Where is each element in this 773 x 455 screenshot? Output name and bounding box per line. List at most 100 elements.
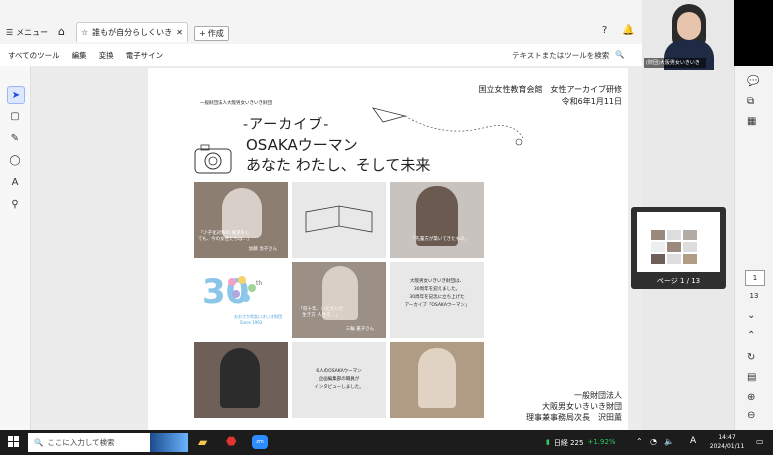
select-tool-icon[interactable]: ➤	[7, 86, 25, 104]
plus-icon: +	[199, 29, 206, 38]
comment-tool-icon[interactable]: ▢	[7, 108, 23, 124]
header-right-1: 国立女性教育会館 女性アーカイブ研修	[478, 85, 622, 94]
text-cell-about: 大阪男女いきいき財団は、 30周年を迎えました。 30周年を記念に立ち上げた ア…	[390, 262, 484, 338]
webcam-view: (財団)大阪男女いきいき	[642, 0, 734, 70]
footer-signature: 一般財団法人 大阪男女いきいき財団 理事兼事務局次長 沢田薫	[498, 390, 626, 423]
toolbar-all-tools[interactable]: すべてのツール	[8, 50, 60, 61]
windows-taskbar: 🔍 ここに入力して検索 ▰ ⬣ zm ▮ 日経 225 +1.92% ⌃ ◔ 🔈…	[0, 430, 773, 455]
logo-dot	[232, 290, 240, 298]
toolbar-edit[interactable]: 編集	[72, 50, 87, 61]
ime-indicator[interactable]: A	[690, 436, 696, 446]
footer-line-2: 大阪男女いきいき財団	[542, 402, 622, 411]
search-icon: 🔍	[615, 50, 625, 59]
help-icon[interactable]: ?	[602, 25, 607, 36]
stock-widget[interactable]: ▮ 日経 225 +1.92%	[546, 438, 616, 448]
stamp-tool-icon[interactable]: ⚲	[7, 196, 23, 212]
interview-line-3: インタビューしました。	[314, 385, 364, 390]
photo-cell-1: 「少子化対策の 要求をしても、今の女性たちは…」 加藤 治子さん	[194, 182, 288, 258]
title-line-3: あなた わたし、そして未来	[246, 156, 431, 174]
chevron-up-icon[interactable]: ⌃	[747, 330, 755, 341]
paper-airplane-illustration	[372, 107, 524, 146]
about-text: 大阪男女いきいき財団は、 30周年を迎えました。 30周年を記念に立ち上げた ア…	[394, 278, 480, 310]
clock-time: 14:47	[718, 434, 736, 441]
volume-icon[interactable]: 🔈	[664, 437, 674, 446]
page-thumbnail[interactable]	[637, 212, 720, 272]
file-explorer-icon[interactable]: ▰	[198, 435, 207, 449]
thumb-cell	[667, 242, 681, 252]
logo-dot	[228, 278, 236, 286]
caption-1: 「少子化対策の 要求をしても、今の女性たちは…」	[198, 231, 252, 242]
acrobat-icon[interactable]: ⬣	[226, 434, 236, 448]
star-icon[interactable]: ☆	[81, 28, 88, 37]
tool-search[interactable]: テキストまたはツールを検索 🔍	[512, 50, 625, 61]
thumb-cell	[683, 230, 697, 240]
bookmark-panel-icon[interactable]: ⧉	[747, 96, 754, 107]
current-page-input[interactable]: 1	[745, 270, 765, 286]
windows-start-icon[interactable]	[8, 436, 20, 448]
search-highlight-image[interactable]	[150, 433, 188, 452]
left-tool-rail: ➤ ▢ ✎ ◯ A ⚲	[0, 66, 31, 430]
zoom-out-icon[interactable]: ⊖	[747, 410, 755, 421]
home-icon[interactable]: ⌂	[58, 25, 65, 38]
thumb-cell	[667, 230, 681, 240]
zoom-app-icon[interactable]: zm	[252, 435, 268, 449]
toolbar-esign[interactable]: 電子サイン	[126, 50, 164, 61]
close-icon[interactable]: ✕	[176, 28, 183, 37]
taskbar-search-placeholder: ここに入力して検索	[47, 438, 115, 447]
menu-button[interactable]: ☰ メニュー	[6, 27, 48, 38]
interview-text: 6人のOSAKAウーマン 企画編集部の職員が インタビューしました。	[296, 368, 382, 392]
new-tab-button[interactable]: + 作成	[194, 26, 229, 41]
logo-cell: 30 th おおさか男女いきいき財団 Since 1993	[194, 262, 288, 338]
interview-line-1: 6人のOSAKAウーマン	[316, 369, 362, 374]
about-line-2: 30周年を迎えました。	[413, 287, 461, 292]
notification-center-icon[interactable]: ▭	[756, 437, 764, 446]
total-pages: 13	[749, 292, 759, 300]
show-hidden-icons-icon[interactable]: ⌃	[636, 437, 643, 446]
hamburger-icon: ☰	[6, 28, 14, 37]
clock[interactable]: 14:47 2024/01/11	[704, 433, 750, 451]
person-photo	[220, 348, 260, 408]
lasso-tool-icon[interactable]: ◯	[7, 152, 23, 168]
new-tab-label: 作成	[207, 29, 224, 38]
app-toolbar: すべてのツール 編集 変換 電子サイン テキストまたはツールを検索 🔍	[0, 44, 642, 67]
thumb-cell	[651, 254, 665, 264]
text-box-tool-icon[interactable]: A	[7, 174, 23, 190]
zoom-in-icon[interactable]: ⊕	[747, 392, 755, 403]
about-line-4: アーカイブ「OSAKAウーマン」	[404, 303, 470, 308]
notification-icon[interactable]: 🔔	[622, 25, 634, 36]
tab-title: 誰もが自分らしくいきい…	[92, 28, 173, 37]
tool-search-placeholder: テキストまたはツールを検索	[512, 51, 610, 60]
right-tool-rail: 💬 ⧉ ▦ 1 13 ⌄ ⌃ ↻ ▤ ⊕ ⊖	[734, 66, 773, 430]
clock-date: 2024/01/11	[709, 443, 745, 450]
document-tab[interactable]: ☆ 誰もが自分らしくいきい… ✕	[76, 22, 188, 42]
chart-icon: ▮	[546, 438, 550, 446]
wifi-icon[interactable]: ◔	[650, 437, 657, 446]
search-icon: 🔍	[34, 438, 44, 447]
camera-illustration	[194, 144, 232, 174]
interview-line-2: 企画編集部の職員が	[318, 377, 360, 382]
chevron-down-icon[interactable]: ⌄	[747, 310, 755, 321]
photo-cell-7	[194, 342, 288, 418]
page-thumbnail-panel[interactable]: ページ 1 / 13	[631, 207, 726, 289]
comment-panel-icon[interactable]: 💬	[747, 76, 759, 87]
pages-panel-icon[interactable]: ▦	[747, 116, 756, 127]
logo-dot	[242, 294, 250, 302]
logo-dot	[238, 276, 246, 284]
logo-text-2: Since 1993	[240, 320, 263, 325]
menu-label: メニュー	[16, 28, 49, 37]
thumb-cell	[683, 254, 697, 264]
stock-name: 日経 225	[553, 439, 584, 447]
refresh-icon[interactable]: ↻	[747, 352, 755, 363]
thumb-cell	[683, 242, 697, 252]
pen-tool-icon[interactable]: ✎	[7, 130, 23, 146]
footer-line-3: 理事兼事務局次長 沢田薫	[526, 413, 622, 422]
photo-cell-5: 「何十年、いただいた 生き方 人生を…」 三輪 嘉子さん	[292, 262, 386, 338]
thumb-cell	[667, 254, 681, 264]
caption-4: 「何十年、いただいた 生き方 人生を…」	[298, 307, 344, 318]
save-icon[interactable]: ▤	[747, 372, 756, 383]
toolbar-convert[interactable]: 変換	[99, 50, 114, 61]
about-line-1: 大阪男女いきいき財団は、	[410, 279, 464, 284]
title-line-2: OSAKAウーマン	[246, 136, 358, 154]
title-line-1: -アーカイブ-	[243, 117, 330, 133]
photo-cell-9	[390, 342, 484, 418]
